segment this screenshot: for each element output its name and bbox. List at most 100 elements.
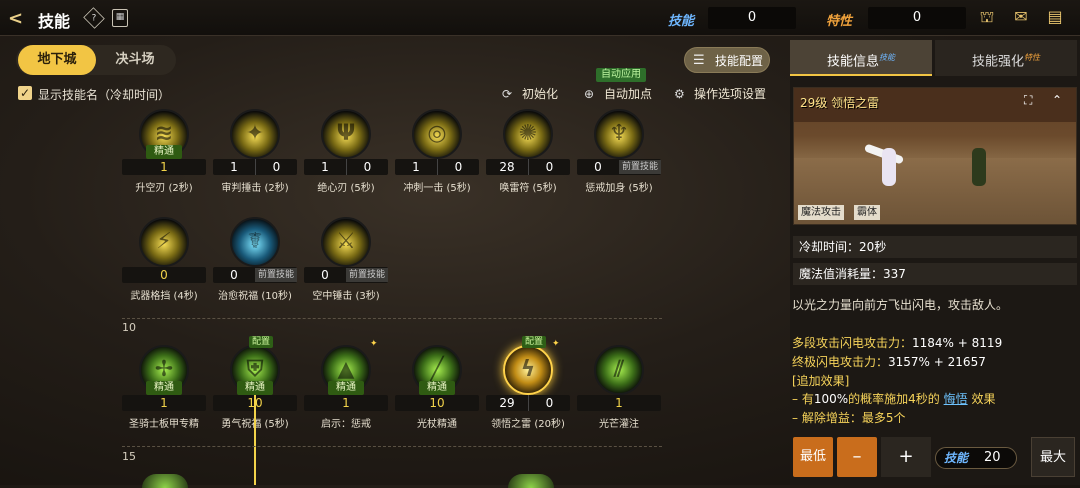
- skill-tile[interactable]: ⫽ 1 光芒灌注: [577, 345, 661, 430]
- precondition-label: 前置技能: [255, 268, 297, 282]
- skill-glyph-icon: ✦: [245, 121, 265, 146]
- skill-level-bar: 0 前置技能: [304, 267, 388, 283]
- skill-level-bar: 28 0: [486, 159, 570, 175]
- skill-name: 空中锤击 (3秒): [312, 291, 380, 302]
- skill-level: 0: [594, 160, 602, 174]
- skill-glyph-icon: ϟ: [520, 357, 536, 382]
- chat-icon[interactable]: ▤: [1044, 7, 1066, 27]
- star-icon: ✦: [552, 339, 560, 349]
- skill-icon[interactable]: ✦: [230, 109, 280, 159]
- tab-dungeon[interactable]: 地下城: [18, 45, 96, 75]
- increase-button[interactable]: +: [881, 437, 931, 477]
- skill-config-button[interactable]: ☰ 技能配置: [684, 47, 770, 73]
- collapse-icon[interactable]: ⌃: [1052, 93, 1062, 107]
- skill-level-bar: 1: [577, 395, 661, 411]
- precondition-label: 前置技能: [619, 160, 661, 174]
- skill-tile[interactable]: ☤ 0 前置技能 治愈祝福 (10秒): [213, 217, 297, 302]
- skill-level: 0: [160, 268, 168, 282]
- help-icon[interactable]: ?: [83, 7, 105, 29]
- skill-level: 1: [321, 160, 329, 174]
- extra-effect-1: – 有100%的概率施加4秒的 悔悟 效果: [792, 392, 996, 406]
- skill-glyph-icon: ⛨: [246, 357, 264, 382]
- decrease-button[interactable]: –: [837, 437, 877, 477]
- skill-glyph-icon: ⫽: [614, 357, 624, 382]
- skill-level-bar: 0: [122, 267, 206, 283]
- mail-icon[interactable]: ✉: [1010, 7, 1032, 27]
- skill-level: 0: [230, 268, 238, 282]
- skill-tile[interactable]: ✺ 28 0 唤雷符 (5秒): [486, 109, 570, 194]
- skill-level: 1: [160, 160, 168, 174]
- reset-button[interactable]: ⟳ 初始化: [502, 85, 558, 102]
- divider: [122, 318, 662, 319]
- skill-bonus-level: 0: [528, 159, 570, 175]
- skill-tile[interactable]: ⚡ 0 武器格挡 (4秒): [122, 217, 206, 302]
- skill-tile[interactable]: ╱ 精通 10 光杖精通: [395, 345, 479, 430]
- list-icon: ☰: [693, 53, 705, 68]
- skill-bonus-level: 0: [528, 395, 570, 411]
- tab-arena[interactable]: 决斗场: [96, 45, 174, 75]
- skill-tile[interactable]: ✦ 1 0 审判捶击 (2秒): [213, 109, 297, 194]
- master-badge: 精通: [419, 381, 455, 395]
- tab-skill-info[interactable]: 技能信息技能: [790, 40, 932, 76]
- gear-icon: ⚙: [674, 87, 685, 101]
- skill-orb-partial[interactable]: [508, 474, 554, 488]
- skill-icon[interactable]: ϟ: [503, 345, 553, 395]
- divider: [122, 446, 662, 447]
- skill-icon[interactable]: ✺: [503, 109, 553, 159]
- skill-preview[interactable]: 29级 领悟之雷 ⛶ ⌃ 魔法攻击 霸体: [793, 87, 1077, 225]
- skill-glyph-icon: ♆: [609, 121, 629, 146]
- back-arrow-icon[interactable]: <: [8, 8, 23, 29]
- star-icon: ✦: [370, 339, 378, 349]
- tab-skill-enhance[interactable]: 技能强化特性: [935, 40, 1077, 76]
- skill-level: 28: [499, 160, 515, 174]
- skill-level-bar: 10: [304, 159, 388, 175]
- skill-icon[interactable]: ⚡: [139, 217, 189, 267]
- skill-glyph-icon: ≋: [154, 121, 174, 146]
- mode-tabs: 地下城 决斗场: [16, 45, 176, 75]
- skill-level-bar: 1: [122, 159, 206, 175]
- fullscreen-icon[interactable]: ⛶: [1024, 93, 1032, 108]
- skill-tile[interactable]: ≋ 精通 1 升空刃 (2秒): [122, 109, 206, 194]
- skill-tile[interactable]: ◎ 1 0 冲刺一击 (5秒): [395, 109, 479, 194]
- sp-value: 0: [708, 7, 796, 29]
- skill-orb-partial[interactable]: [142, 474, 188, 488]
- min-level-button[interactable]: 最低: [793, 437, 833, 477]
- skill-tile[interactable]: 配置 ✦ ϟ 29 0 领悟之雷 (20秒): [486, 336, 570, 430]
- skill-tile[interactable]: ✢ 精通 1 圣骑士板甲专精: [122, 345, 206, 430]
- skill-tile[interactable]: ⚔ 0 前置技能空中锤击 (3秒): [304, 217, 388, 302]
- skill-tile[interactable]: Ψ 1 0 绝心刃 (5秒): [304, 109, 388, 194]
- skill-glyph-icon: ◎: [427, 121, 447, 146]
- skill-icon[interactable]: ☤: [230, 217, 280, 267]
- skill-level: 29: [499, 396, 515, 410]
- master-badge: 精通: [146, 145, 182, 159]
- stat-multi-hit: 多段攻击闪电攻击力：1184% + 8119: [792, 336, 1003, 350]
- skill-icon[interactable]: ♆: [594, 109, 644, 159]
- skill-icon[interactable]: Ψ: [321, 109, 371, 159]
- sp-label: 技能: [668, 14, 695, 29]
- skill-glyph-icon: ╱: [430, 357, 444, 382]
- skill-level-bar: 1: [122, 395, 206, 411]
- level-marker-10: 10: [122, 321, 136, 334]
- penance-link[interactable]: 悔悟: [944, 392, 968, 406]
- top-bar: < 技能 ? ▦ 技能 0 特性 0 ⛫ ✉ ▤: [0, 0, 1080, 36]
- skill-level-bar: 29 0: [486, 395, 570, 411]
- skill-level-bar: 10: [395, 159, 479, 175]
- attack-type-tag: 魔法攻击: [798, 205, 844, 220]
- max-level-button[interactable]: 最大: [1031, 437, 1075, 477]
- auto-add-button[interactable]: ⊕ 自动加点: [584, 85, 652, 102]
- bag-icon[interactable]: ⛫: [976, 7, 998, 27]
- plus-circle-icon: ⊕: [584, 87, 595, 101]
- skill-glyph-icon: ✺: [518, 121, 538, 146]
- skill-icon[interactable]: ◎: [412, 109, 462, 159]
- skill-tile[interactable]: ✦ ▲ 精通 1 启示：惩戒: [304, 339, 388, 430]
- show-name-checkbox[interactable]: ✓: [18, 86, 32, 100]
- skill-level: 1: [615, 396, 623, 410]
- skill-icon[interactable]: ⫽: [594, 345, 644, 395]
- preview-title: 29级 领悟之雷: [800, 96, 880, 110]
- skill-description: 以光之力量向前方飞出闪电，攻击敌人。: [792, 298, 1009, 312]
- calendar-icon[interactable]: ▦: [112, 9, 128, 27]
- settings-button[interactable]: ⚙ 操作选项设置: [674, 85, 766, 102]
- skill-icon[interactable]: ⚔: [321, 217, 371, 267]
- skill-bonus-level: 0: [437, 159, 479, 175]
- skill-tile[interactable]: ♆ 0 前置技能 惩戒加身 (5秒): [577, 109, 661, 194]
